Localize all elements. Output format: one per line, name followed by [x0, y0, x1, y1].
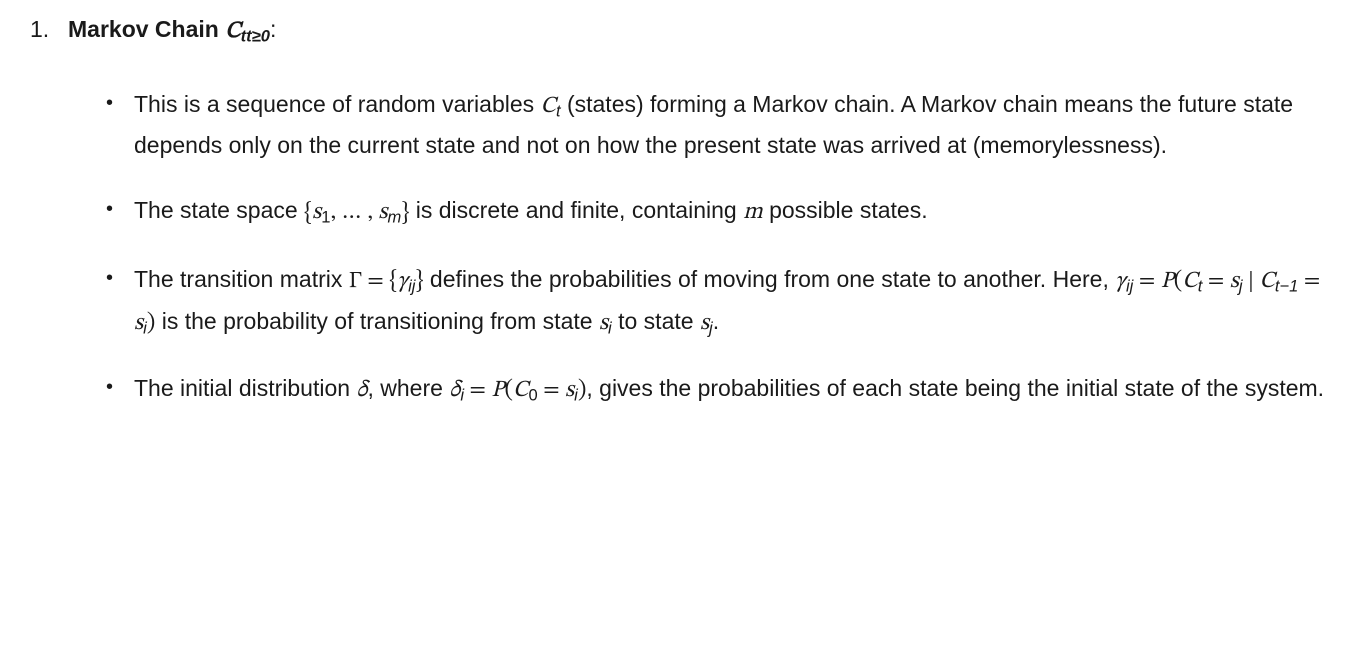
math-sj: s [1230, 270, 1239, 293]
math-C0-sub: 0 [528, 386, 537, 405]
math-gammaij2: γ [1115, 270, 1126, 293]
math-sm-sub: m [387, 208, 401, 227]
period: . [713, 308, 719, 334]
math-Ctm1-sub: t−1 [1275, 276, 1298, 295]
eq: = [538, 379, 565, 402]
eq: = [362, 270, 389, 293]
math-delta: δ [356, 379, 367, 402]
text: , where [367, 375, 449, 401]
ordered-list: Markov Chain Ctt≥0: This is a sequence o… [30, 10, 1328, 411]
math-Ctm1: C [1259, 270, 1274, 293]
close-brace: } [401, 200, 409, 225]
heading-text: Markov Chain [68, 16, 219, 42]
math-si2: s [599, 312, 608, 335]
text: to state [612, 308, 700, 334]
math-C0: C [513, 379, 528, 402]
bullet-state-space: The state space {s1, … , sm} is discrete… [106, 191, 1328, 233]
text: The state space [134, 197, 304, 223]
math-P: P [1161, 270, 1174, 293]
sub-list: This is a sequence of random variables C… [68, 85, 1328, 411]
eq: = [1202, 270, 1229, 293]
math-P: P [491, 379, 504, 402]
dots: , … , [330, 201, 378, 224]
bullet-random-variables: This is a sequence of random variables C… [106, 85, 1328, 165]
math-Ct: C [541, 95, 556, 118]
open-brace: { [389, 268, 397, 293]
text: The transition matrix [134, 266, 349, 292]
eq: = [464, 379, 491, 402]
math-Ct: C [1182, 270, 1197, 293]
heading-math-C: C [225, 20, 240, 43]
text: is the probability of transitioning from… [155, 308, 599, 334]
heading-colon: : [270, 16, 276, 42]
close-brace: } [415, 268, 423, 293]
text: defines the probabilities of moving from… [424, 266, 1116, 292]
math-si: s [134, 312, 143, 335]
text: The initial distribution [134, 375, 356, 401]
math-deltai: δ [449, 379, 460, 402]
item-heading: Markov Chain Ctt≥0 [68, 16, 270, 42]
math-sj2: s [700, 312, 709, 335]
eq: = [1133, 270, 1160, 293]
list-item-markov-chain: Markov Chain Ctt≥0: This is a sequence o… [30, 10, 1328, 411]
text: is discrete and finite, containing [409, 197, 743, 223]
heading-math-sub: tt≥0 [241, 27, 270, 46]
cond-bar: | [1243, 270, 1260, 293]
text: possible states. [763, 197, 928, 223]
math-m: m [743, 201, 763, 224]
math-s1: s [312, 201, 321, 224]
text: This is a sequence of random variables [134, 91, 541, 117]
open-paren: ( [505, 378, 514, 402]
math-gammaij: γ [397, 270, 408, 293]
bullet-transition-matrix: The transition matrix Γ = {γij} defines … [106, 260, 1328, 344]
math-Gamma: Γ [349, 270, 362, 293]
open-brace: { [304, 200, 312, 225]
bullet-initial-distribution: The initial distribution δ, where δi = P… [106, 369, 1328, 411]
eq: = [1298, 270, 1320, 293]
math-si: s [565, 379, 574, 402]
text: , gives the probabilities of each state … [586, 375, 1324, 401]
